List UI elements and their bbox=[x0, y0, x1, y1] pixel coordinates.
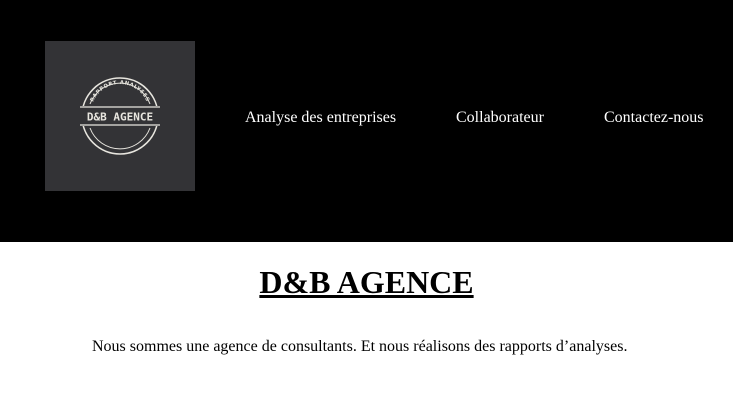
site-header: RAPPORT ANALYSES D&B AGENCE Analyse des … bbox=[0, 0, 733, 242]
page-title: D&B AGENCE bbox=[259, 264, 474, 300]
nav-link-analyse-des-entreprises[interactable]: Analyse des entreprises bbox=[245, 107, 396, 129]
main-nav: Analyse des entreprises Collaborateur Co… bbox=[0, 107, 733, 129]
logo-inner-arc-bottom bbox=[89, 127, 151, 150]
intro-text: Nous sommes une agence de consultants. E… bbox=[92, 338, 628, 355]
nav-link-contactez-nous[interactable]: Contactez-nous bbox=[604, 107, 704, 129]
nav-link-collaborateur[interactable]: Collaborateur bbox=[456, 107, 544, 129]
logo-arc-text: RAPPORT ANALYSES bbox=[89, 80, 150, 103]
